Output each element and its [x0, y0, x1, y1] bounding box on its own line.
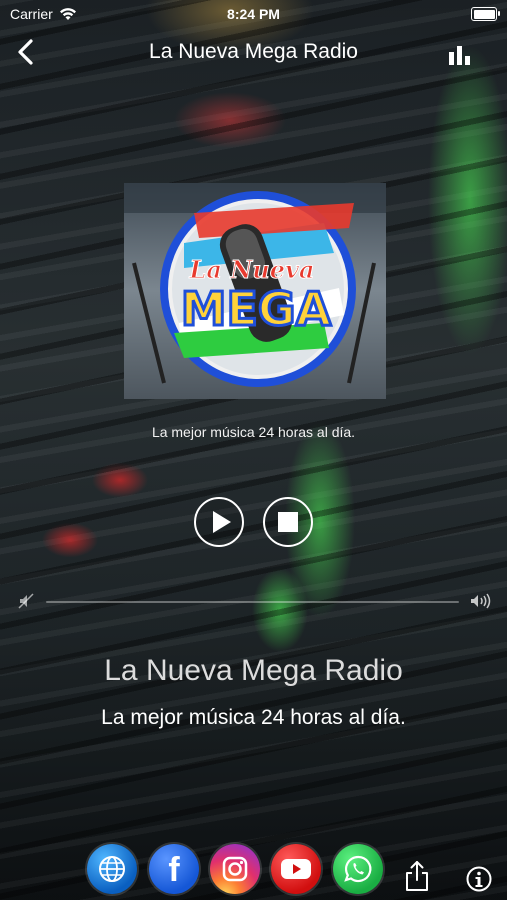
- whatsapp-button[interactable]: [333, 844, 383, 894]
- youtube-icon: [281, 859, 311, 879]
- play-button[interactable]: [194, 497, 244, 547]
- player-screen: Carrier 8:24 PM La Nueva Mega Radio La N…: [0, 0, 507, 900]
- share-icon[interactable]: [404, 860, 430, 892]
- stop-button[interactable]: [263, 497, 313, 547]
- page-title: La Nueva Mega Radio: [149, 40, 358, 63]
- battery-icon: [471, 7, 500, 21]
- status-bar: Carrier 8:24 PM: [0, 0, 507, 28]
- facebook-button[interactable]: f: [149, 844, 199, 894]
- artwork-caption: La mejor música 24 horas al día.: [151, 424, 356, 440]
- station-logo: La Nueva MEGA: [124, 183, 386, 399]
- stop-icon: [278, 512, 298, 532]
- youtube-button[interactable]: [271, 844, 321, 894]
- navigation-bar: La Nueva Mega Radio: [0, 30, 507, 74]
- instagram-icon: [222, 856, 248, 882]
- facebook-icon: f: [168, 850, 180, 889]
- clock: 8:24 PM: [227, 6, 280, 22]
- station-name: La Nueva Mega Radio: [104, 654, 403, 687]
- logo-main-text: MEGA: [181, 282, 332, 336]
- info-icon[interactable]: [466, 866, 492, 892]
- station-tagline: La mejor música 24 horas al día.: [101, 706, 406, 729]
- globe-icon: [99, 856, 125, 882]
- website-button[interactable]: [87, 844, 137, 894]
- play-icon: [212, 511, 231, 533]
- volume-slider[interactable]: [46, 601, 459, 603]
- equalizer-icon[interactable]: [447, 44, 473, 66]
- instagram-button[interactable]: [210, 844, 260, 894]
- volume-mute-icon: [18, 593, 34, 609]
- whatsapp-icon: [344, 855, 372, 883]
- volume-control: [0, 588, 507, 614]
- logo-script-text: La Nueva: [189, 255, 315, 284]
- background-mixer-image: [0, 0, 507, 900]
- album-artwork: La Nueva MEGA: [124, 183, 386, 399]
- volume-high-icon: [471, 593, 491, 609]
